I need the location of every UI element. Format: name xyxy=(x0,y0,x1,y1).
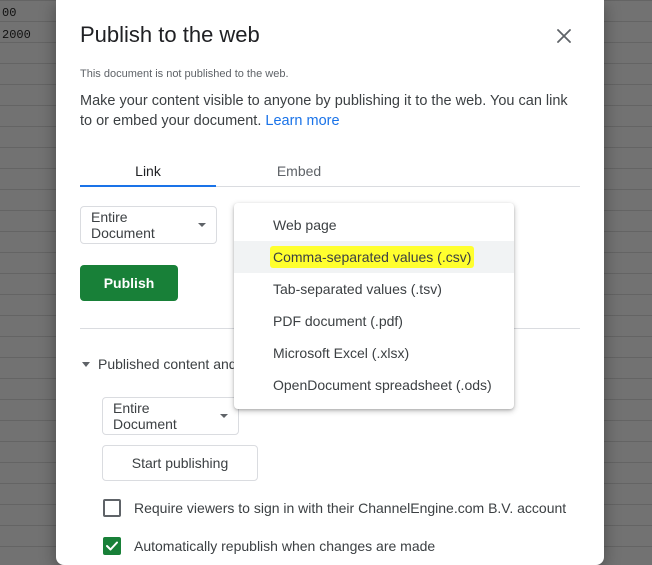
menu-item-ods[interactable]: OpenDocument spreadsheet (.ods) xyxy=(234,369,514,401)
document-scope-label: Entire Document xyxy=(91,209,155,241)
menu-item-web-page[interactable]: Web page xyxy=(234,209,514,241)
menu-item-label: Web page xyxy=(273,217,337,233)
tab-embed[interactable]: Embed xyxy=(231,156,367,187)
menu-item-label: OpenDocument spreadsheet (.ods) xyxy=(273,377,492,393)
published-scope-label: Entire Document xyxy=(113,400,177,432)
dialog-title: Publish to the web xyxy=(80,22,260,47)
publish-button[interactable]: Publish xyxy=(80,265,178,301)
require-signin-option[interactable]: Require viewers to sign in with their Ch… xyxy=(103,499,566,517)
start-publishing-button[interactable]: Start publishing xyxy=(102,445,258,481)
published-content-label: Published content and xyxy=(98,356,237,372)
published-content-toggle[interactable]: Published content and xyxy=(82,356,237,372)
menu-item-pdf[interactable]: PDF document (.pdf) xyxy=(234,305,514,337)
menu-item-label: Comma-separated values (.csv) xyxy=(270,246,475,268)
menu-item-csv[interactable]: Comma-separated values (.csv) xyxy=(234,241,514,273)
triangle-down-icon xyxy=(82,361,90,367)
learn-more-link[interactable]: Learn more xyxy=(265,113,339,129)
format-dropdown-menu: Web page Comma-separated values (.csv) T… xyxy=(234,203,514,409)
tab-link[interactable]: Link xyxy=(80,156,216,187)
publish-status-note: This document is not published to the we… xyxy=(80,68,289,80)
sheet-cell: 2000 xyxy=(2,28,31,42)
auto-republish-checkbox[interactable] xyxy=(103,537,121,555)
menu-item-tsv[interactable]: Tab-separated values (.tsv) xyxy=(234,273,514,305)
close-button[interactable] xyxy=(552,24,576,48)
caret-down-icon xyxy=(198,223,206,227)
document-scope-select[interactable]: Entire Document xyxy=(80,206,217,244)
publish-description: Make your content visible to anyone by p… xyxy=(80,91,580,131)
menu-item-xlsx[interactable]: Microsoft Excel (.xlsx) xyxy=(234,337,514,369)
checkmark-icon xyxy=(106,541,118,551)
sheet-cell: 00 xyxy=(2,6,17,20)
require-signin-checkbox[interactable] xyxy=(103,499,121,517)
close-icon xyxy=(557,29,571,43)
menu-item-label: PDF document (.pdf) xyxy=(273,313,403,329)
menu-item-label: Tab-separated values (.tsv) xyxy=(273,281,442,297)
require-signin-label: Require viewers to sign in with their Ch… xyxy=(134,500,567,516)
publish-tabs: Link Embed xyxy=(80,156,580,187)
menu-item-label: Microsoft Excel (.xlsx) xyxy=(273,345,410,361)
auto-republish-option[interactable]: Automatically republish when changes are… xyxy=(103,537,435,555)
auto-republish-label: Automatically republish when changes are… xyxy=(134,538,436,554)
published-scope-select[interactable]: Entire Document xyxy=(102,397,239,435)
caret-down-icon xyxy=(220,414,228,418)
